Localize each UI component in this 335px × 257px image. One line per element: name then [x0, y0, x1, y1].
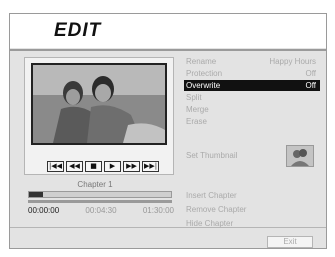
edit-screen: Edit |◀◀ ◀◀ ■ ▶ ▶▶ ▶▶| Chapter 1 00:00:00 00:… — [9, 13, 327, 249]
fast-forward-button[interactable]: ▶▶ — [123, 161, 140, 172]
set-thumbnail-label: Set Thumbnail — [186, 151, 238, 160]
erase-label: Erase — [186, 117, 207, 126]
rewind-button[interactable]: ◀◀ — [66, 161, 83, 172]
menu-item-split[interactable]: Split — [184, 92, 320, 103]
menu-item-erase[interactable]: Erase — [184, 116, 320, 127]
current-time: 00:00:00 — [28, 206, 60, 215]
protection-value: Off — [305, 69, 316, 78]
preview-panel: |◀◀ ◀◀ ■ ▶ ▶▶ ▶▶| — [24, 57, 174, 175]
merge-label: Merge — [186, 105, 209, 114]
preview-image — [33, 65, 165, 143]
stop-button[interactable]: ■ — [85, 161, 102, 172]
insert-chapter-label: Insert Chapter — [186, 191, 237, 200]
total-time: 01:30:00 — [142, 206, 174, 215]
title-bar: Edit — [10, 14, 326, 48]
marker-time: 00:04:30 — [85, 206, 117, 215]
chapter-progress-bar[interactable] — [28, 191, 172, 198]
menu-item-merge[interactable]: Merge — [184, 104, 320, 115]
skip-back-button[interactable]: |◀◀ — [47, 161, 64, 172]
menu-item-remove-chapter[interactable]: Remove Chapter — [184, 204, 320, 215]
exit-button[interactable]: Exit — [267, 236, 313, 248]
menu-item-insert-chapter[interactable]: Insert Chapter — [184, 190, 320, 201]
overwrite-value: Off — [305, 81, 316, 90]
progress-fill — [29, 192, 44, 197]
overwrite-label: Overwrite — [186, 81, 221, 90]
play-button[interactable]: ▶ — [104, 161, 121, 172]
menu-item-overwrite[interactable]: Overwrite Off — [184, 80, 320, 91]
split-label: Split — [186, 93, 202, 102]
skip-forward-button[interactable]: ▶▶| — [142, 161, 159, 172]
rename-value: Happy Hours — [269, 57, 316, 66]
page-title: Edit — [54, 20, 102, 41]
remove-chapter-label: Remove Chapter — [186, 205, 247, 214]
thumbnail-icon — [286, 145, 314, 167]
footer-divider — [10, 227, 326, 228]
timeline-track — [28, 200, 172, 203]
menu-item-rename[interactable]: Rename Happy Hours — [184, 56, 320, 67]
video-preview — [31, 63, 167, 145]
time-readouts: 00:00:00 00:04:30 01:30:00 — [28, 206, 174, 215]
chapter-label: Chapter 1 — [77, 180, 113, 189]
menu-item-protection[interactable]: Protection Off — [184, 68, 320, 79]
protection-label: Protection — [186, 69, 223, 78]
rename-label: Rename — [186, 57, 217, 66]
transport-controls: |◀◀ ◀◀ ■ ▶ ▶▶ ▶▶| — [47, 161, 159, 172]
title-divider — [10, 49, 326, 51]
